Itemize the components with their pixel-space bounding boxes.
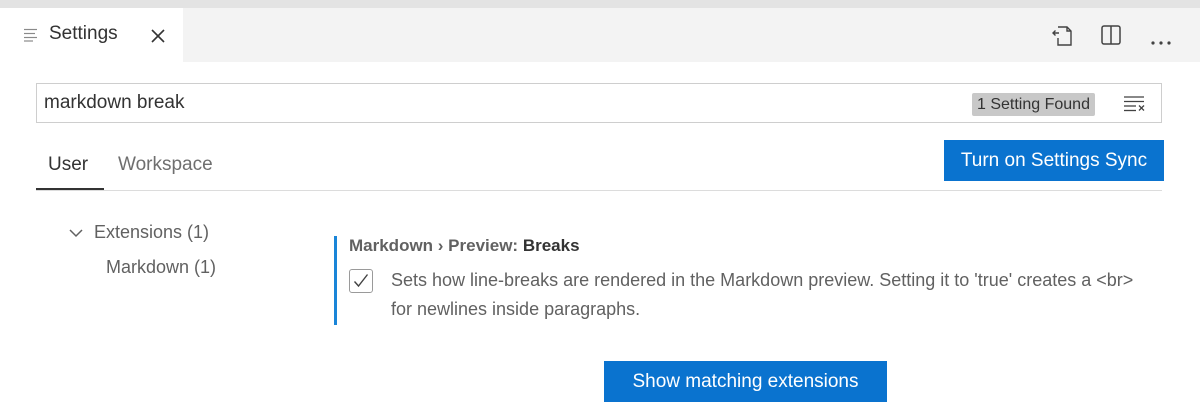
clear-filter-icon[interactable]: [1123, 95, 1147, 118]
settings-search-box: 1 Setting Found: [36, 83, 1162, 123]
toc-group-extensions[interactable]: Extensions (1): [66, 222, 209, 243]
setting-category: Markdown › Preview:: [349, 236, 523, 255]
settings-file-icon: [24, 28, 38, 47]
tab-label: Settings: [49, 23, 118, 44]
toc-group-label: Extensions (1): [94, 222, 210, 242]
turn-on-settings-sync-button[interactable]: Turn on Settings Sync: [944, 140, 1164, 181]
result-count-badge: 1 Setting Found: [972, 93, 1095, 116]
breaks-checkbox[interactable]: [349, 269, 373, 293]
modified-indicator: [334, 236, 337, 325]
search-input[interactable]: [44, 84, 944, 122]
setting-key: Breaks: [522, 236, 580, 255]
tab-settings[interactable]: Settings: [0, 8, 183, 62]
scope-divider: [36, 190, 1162, 191]
checkmark-icon: [353, 274, 369, 288]
setting-title: Markdown › Preview: Breaks: [349, 236, 580, 256]
tab-workspace[interactable]: Workspace: [118, 154, 213, 176]
tab-user[interactable]: User: [48, 154, 88, 176]
split-editor-icon[interactable]: [1100, 24, 1122, 51]
setting-description: Sets how line-breaks are rendered in the…: [391, 270, 1134, 319]
toc-item-markdown[interactable]: Markdown (1): [106, 257, 216, 278]
close-icon[interactable]: [150, 28, 166, 49]
show-matching-extensions-button[interactable]: Show matching extensions: [604, 361, 887, 402]
window-top-strip: [0, 0, 1200, 8]
more-actions-icon[interactable]: [1150, 33, 1172, 51]
editor-tab-bar: Settings: [0, 8, 1200, 62]
open-settings-json-icon[interactable]: [1050, 24, 1074, 53]
chevron-down-icon: [66, 223, 86, 243]
